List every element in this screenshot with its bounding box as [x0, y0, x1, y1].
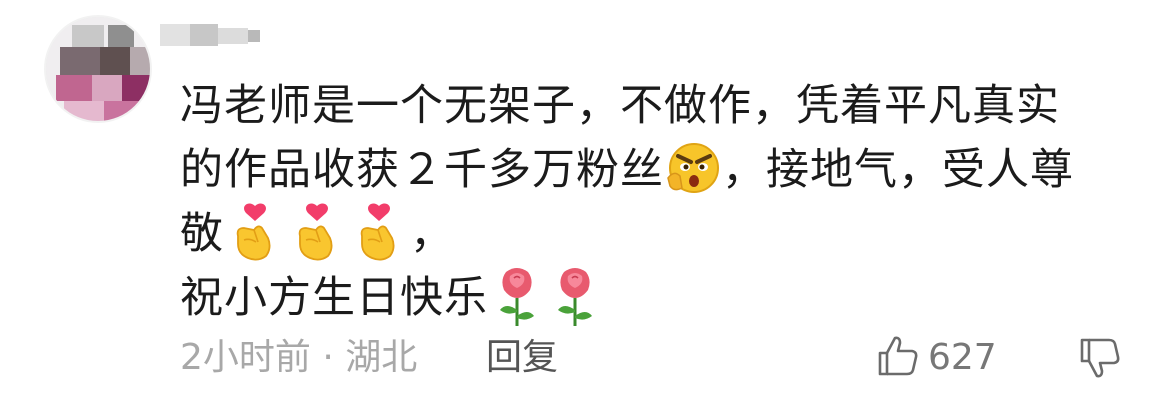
comment-text-segment: 的作品收获２千多万粉丝 [180, 145, 664, 195]
like-button[interactable]: 627 [876, 334, 997, 382]
comment-item: 冯老师是一个无架子，不做作，凭着平凡真实 的作品收获２千多万粉丝 ，接地气，受人… [0, 0, 1166, 406]
finger-heart-icon [348, 202, 410, 264]
finger-heart-icon [224, 202, 286, 264]
comment-line-4: 祝小方生日快乐 [180, 266, 1140, 330]
comment-line-2: 的作品收获２千多万粉丝 ，接地气，受人尊 [180, 138, 1140, 202]
comment-text-segment: 敬 [180, 209, 224, 259]
thumbs-up-icon [876, 334, 920, 382]
avatar[interactable] [44, 15, 152, 123]
comment-text-segment: 祝小方生日快乐 [180, 273, 488, 323]
username-blurred[interactable] [160, 18, 260, 52]
comment-text-segment: 冯老师是一个无架子，不做作，凭着平凡真实 [180, 81, 1060, 131]
comment-text: 冯老师是一个无架子，不做作，凭着平凡真实 的作品收获２千多万粉丝 ，接地气，受人… [180, 74, 1140, 330]
comment-footer: 2小时前 · 湖北 回复 627 [180, 334, 1140, 384]
rose-icon [546, 266, 604, 328]
comment-meta: 2小时前 · 湖北 [180, 334, 417, 382]
comment-text-segment: ，接地气，受人尊 [722, 145, 1074, 195]
comment-line-1: 冯老师是一个无架子，不做作，凭着平凡真实 [180, 74, 1140, 138]
dislike-button[interactable] [1078, 336, 1122, 384]
like-count: 627 [928, 337, 997, 378]
smirk-face-icon [664, 140, 722, 198]
comment-text-segment: ， [410, 209, 454, 259]
comment-line-3: 敬 ， [180, 202, 1140, 266]
meta-separator: · [322, 337, 334, 378]
timestamp: 2小时前 [180, 337, 311, 378]
rose-icon [488, 266, 546, 328]
reply-button[interactable]: 回复 [486, 334, 558, 382]
finger-heart-icon [286, 202, 348, 264]
location: 湖北 [345, 337, 418, 378]
thumbs-down-icon [1078, 338, 1122, 384]
